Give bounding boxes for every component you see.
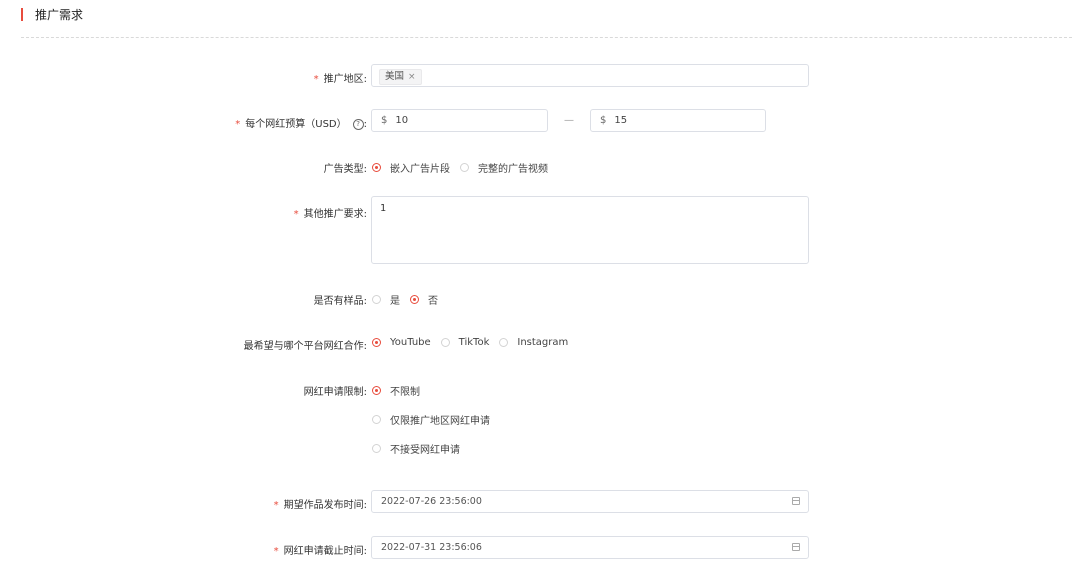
radio-dot-icon [372,444,381,453]
radio-dot-icon [499,338,509,347]
region-select[interactable]: 美国 × [371,64,809,87]
section-header: 推广需求 [21,5,83,23]
radio-youtube[interactable]: YouTube [372,337,431,348]
radio-dot-icon [410,295,419,304]
publish-time-value: 2022-07-26 23:56:00 [381,496,482,507]
section-title: 推广需求 [35,7,84,22]
platform-label: 最希望与哪个平台网红合作: [243,341,367,352]
budget-min-input[interactable]: $ 10 [371,109,548,132]
radio-no-applications[interactable]: 不接受网红申请 [372,441,460,456]
radio-embedded-ad[interactable]: 嵌入广告片段 [372,160,450,175]
dollar-icon: $ [381,115,388,126]
budget-max-input[interactable]: $ 15 [590,109,766,132]
range-separator: — [564,115,574,126]
radio-tiktok[interactable]: TikTok [440,337,489,348]
restriction-label: 网红申请限制: [303,387,367,398]
radio-dot-icon [460,163,469,172]
radio-dot-icon [372,415,381,424]
radio-sample-yes[interactable]: 是 [372,292,400,307]
platform-group: YouTube TikTok Instagram [372,337,578,348]
publish-time-label: * 期望作品发布时间: [273,500,367,511]
radio-region-only[interactable]: 仅限推广地区网红申请 [372,412,490,427]
radio-dot-icon [372,386,381,395]
radio-dot-icon [372,295,381,304]
publish-time-picker[interactable]: 2022-07-26 23:56:00 [371,490,809,513]
radio-dot-icon [440,338,450,347]
budget-max-value: 15 [614,115,628,126]
radio-dot-icon [372,338,381,347]
deadline-label: * 网红申请截止时间: [273,546,367,557]
radio-full-ad-video[interactable]: 完整的广告视频 [460,160,548,175]
section-accent-bar [21,7,23,21]
deadline-value: 2022-07-31 23:56:06 [381,542,482,553]
sample-label: 是否有样品: [313,296,367,307]
ad-type-group: 嵌入广告片段 完整的广告视频 [372,160,558,175]
calendar-icon[interactable] [792,497,800,505]
deadline-picker[interactable]: 2022-07-31 23:56:06 [371,536,809,559]
sample-group: 是 否 [372,292,448,307]
budget-label: * 每个网红预算（USD）?: [235,119,367,130]
ad-type-label: 广告类型: [323,164,367,175]
dollar-icon: $ [600,115,607,126]
region-tag-label: 美国 [385,71,405,82]
region-label: * 推广地区: [313,74,367,85]
other-requirements-textarea[interactable]: 1 [371,196,809,264]
help-icon[interactable]: ? [352,119,364,130]
radio-no-restriction[interactable]: 不限制 [372,383,420,398]
radio-instagram[interactable]: Instagram [499,337,568,348]
close-icon[interactable]: × [408,70,416,84]
budget-min-value: 10 [395,115,409,126]
region-tag: 美国 × [379,69,422,85]
radio-dot-icon [372,163,381,172]
radio-sample-no[interactable]: 否 [410,292,438,307]
other-requirements-label: * 其他推广要求: [293,209,367,220]
section-divider [21,37,1072,38]
calendar-icon[interactable] [792,543,800,551]
